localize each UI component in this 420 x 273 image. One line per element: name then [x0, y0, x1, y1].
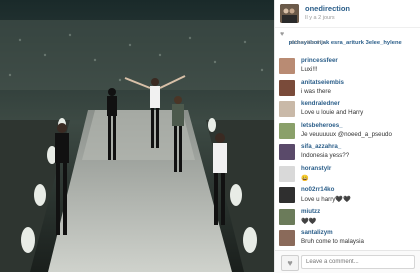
comment-item: princessfeer Luxi!!!	[279, 56, 419, 80]
comment-text: Indonesia yess??	[301, 152, 350, 159]
commenter-avatar[interactable]	[279, 165, 295, 182]
commenter-username[interactable]: santalizym	[301, 229, 333, 236]
comment-item: letsbeheroes_ Je veuuuuux @noeed_a_pseudo	[279, 121, 419, 145]
post-timestamp: Il y a 2 jours	[305, 15, 335, 21]
heart-icon: ♥	[280, 31, 285, 38]
comment-item: horanstylr 😀	[279, 164, 419, 188]
comment-text: Luxi!!!	[301, 66, 318, 73]
comment-item: kendraledner Love u louie and Harry	[279, 99, 419, 123]
comment-text: i was there	[301, 87, 331, 95]
post-photo[interactable]	[0, 0, 274, 272]
comment-text: Je veuuuuux @noeed_a_pseudo	[301, 130, 392, 138]
comment-text: 😀	[301, 174, 309, 182]
comment-input[interactable]	[301, 255, 415, 269]
commenter-avatar[interactable]	[279, 58, 295, 74]
comment-item: no02rr14ko Love u harry🖤🖤	[279, 185, 419, 209]
commenter-avatar[interactable]	[279, 230, 295, 246]
commenter-avatar[interactable]	[279, 79, 295, 96]
comment-text: 🖤🖤	[301, 217, 317, 225]
comment-text: Love u harry🖤🖤	[301, 196, 351, 203]
commenter-username[interactable]: sifa_azzahra_	[301, 143, 341, 150]
comment-item: santalizym Bruh come to malaysia	[279, 228, 419, 252]
commenter-avatar[interactable]	[279, 101, 295, 117]
commenter-username[interactable]: miutzz	[301, 208, 320, 215]
comment-item: miutzz 🖤🖤	[279, 207, 419, 231]
post-header: onedirection Il y a 2 jours	[275, 0, 420, 28]
comment-text: Love u louie and Harry	[301, 109, 364, 116]
likes-summary: ♥ pichayaborijak esra_ariturk 3elee_hyle…	[280, 31, 418, 49]
post-username[interactable]: onedirection	[305, 4, 350, 13]
commenter-username[interactable]: kendraledner	[301, 100, 340, 107]
like-button[interactable]: ♥	[281, 255, 299, 271]
commenter-username[interactable]: horanstylr	[301, 165, 331, 172]
commenter-avatar[interactable]	[279, 208, 295, 225]
commenter-username[interactable]: anitatseiembis	[301, 79, 344, 86]
concert-photo	[0, 0, 274, 272]
comment-footer: ♥	[275, 250, 420, 273]
commenter-username[interactable]: princessfeer	[301, 57, 338, 64]
commenter-username[interactable]: letsbeheroes_	[301, 122, 343, 129]
commenter-avatar[interactable]	[279, 144, 295, 160]
likes-others-text: others like this.	[290, 40, 327, 46]
comment-item: sifa_azzahra_ Indonesia yess??	[279, 142, 419, 166]
comment-item: anitatseiembis i was there	[279, 78, 419, 102]
commenter-avatar[interactable]	[279, 187, 295, 203]
comment-text: Bruh come to malaysia	[301, 238, 364, 245]
commenter-avatar[interactable]	[279, 122, 295, 139]
user-avatar[interactable]	[280, 4, 299, 23]
commenter-username[interactable]: no02rr14ko	[301, 186, 334, 193]
comments-panel: onedirection Il y a 2 jours ♥ pichayabor…	[274, 0, 420, 273]
